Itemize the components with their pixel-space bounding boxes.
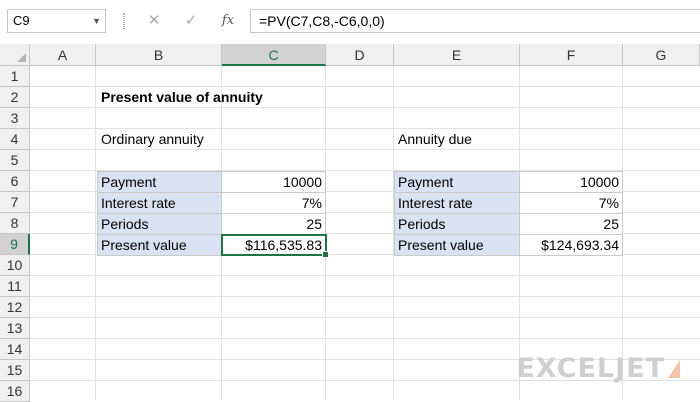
table-row: Present value $116,535.83	[96, 234, 326, 256]
formula-input[interactable]: =PV(C7,C8,-C6,0,0)	[250, 9, 700, 33]
chevron-down-icon[interactable]: ▼	[92, 10, 101, 32]
name-box[interactable]: C9 ▼	[7, 9, 106, 33]
row-header-15[interactable]: 15	[0, 360, 30, 381]
sheet-title: Present value of annuity	[101, 89, 263, 105]
table-row: Interest rate 7%	[96, 192, 326, 214]
column-header-d[interactable]: D	[326, 44, 394, 66]
table-row: Present value $124,693.34	[393, 234, 623, 256]
table-label-cell[interactable]: Periods	[393, 213, 521, 235]
spreadsheet-grid: A B C D E F G 1 2 3 4 5 6 7 8 9 10 11 12…	[0, 44, 700, 402]
logo-mark-icon	[668, 360, 680, 378]
table-value-cell[interactable]: $124,693.34	[519, 234, 623, 256]
check-icon[interactable]: ✓	[180, 9, 202, 33]
row-header-14[interactable]: 14	[0, 339, 30, 360]
table-row: Payment 10000	[96, 171, 326, 193]
table-row: Periods 25	[96, 213, 326, 235]
column-header-g[interactable]: G	[623, 44, 700, 66]
table-value-cell[interactable]: 25	[519, 213, 623, 235]
row-header-7[interactable]: 7	[0, 192, 30, 213]
row-header-3[interactable]: 3	[0, 108, 30, 129]
ordinary-annuity-heading: Ordinary annuity	[101, 131, 204, 147]
row-header-8[interactable]: 8	[0, 213, 30, 234]
row-header-11[interactable]: 11	[0, 276, 30, 297]
table-label-cell[interactable]: Payment	[96, 171, 223, 193]
name-box-value: C9	[13, 13, 30, 28]
table-row: Periods 25	[393, 213, 623, 235]
gridline	[30, 338, 700, 339]
annuity-due-table: Payment 10000 Interest rate 7% Periods 2…	[393, 171, 623, 256]
table-value-cell[interactable]: 10000	[519, 171, 623, 193]
cancel-icon[interactable]: ✕	[143, 9, 165, 33]
annuity-due-heading: Annuity due	[398, 131, 472, 147]
insert-function-icon[interactable]: fx	[217, 9, 239, 33]
row-header-1[interactable]: 1	[0, 66, 30, 87]
row-header-4[interactable]: 4	[0, 129, 30, 150]
table-value-cell[interactable]: 25	[221, 213, 326, 235]
logo-text: EXCELJET	[516, 353, 665, 384]
table-label-cell[interactable]: Present value	[393, 234, 521, 256]
column-header-c[interactable]: C	[222, 44, 326, 66]
column-header-a[interactable]: A	[30, 44, 96, 66]
table-label-cell[interactable]: Payment	[393, 171, 521, 193]
ordinary-annuity-table: Payment 10000 Interest rate 7% Periods 2…	[96, 171, 326, 256]
row-header-5[interactable]: 5	[0, 150, 30, 171]
table-value-cell[interactable]: 7%	[221, 192, 326, 214]
column-header-e[interactable]: E	[394, 44, 520, 66]
column-headers: A B C D E F G	[30, 44, 700, 66]
row-header-9[interactable]: 9	[0, 234, 30, 255]
gridline	[30, 296, 700, 297]
gridline	[30, 317, 700, 318]
column-header-f[interactable]: F	[520, 44, 623, 66]
table-value-cell[interactable]: 10000	[221, 171, 326, 193]
gridline	[30, 275, 700, 276]
table-value-cell[interactable]: 7%	[519, 192, 623, 214]
formula-bar-separator	[123, 13, 125, 29]
table-row: Payment 10000	[393, 171, 623, 193]
selected-cell-c9[interactable]: $116,535.83	[221, 234, 326, 256]
row-header-12[interactable]: 12	[0, 297, 30, 318]
row-header-10[interactable]: 10	[0, 255, 30, 276]
formula-bar: C9 ▼ ✕ ✓ fx =PV(C7,C8,-C6,0,0)	[0, 0, 700, 44]
select-all-button[interactable]	[0, 44, 30, 66]
row-header-13[interactable]: 13	[0, 318, 30, 339]
exceljet-logo: EXCELJET	[516, 353, 680, 384]
cell-area[interactable]: Present value of annuity Ordinary annuit…	[30, 66, 700, 400]
table-row: Interest rate 7%	[393, 192, 623, 214]
table-label-cell[interactable]: Interest rate	[393, 192, 521, 214]
table-label-cell[interactable]: Present value	[96, 234, 223, 256]
table-label-cell[interactable]: Periods	[96, 213, 223, 235]
table-label-cell[interactable]: Interest rate	[96, 192, 223, 214]
row-header-2[interactable]: 2	[0, 87, 30, 108]
row-header-6[interactable]: 6	[0, 171, 30, 192]
row-header-16[interactable]: 16	[0, 381, 30, 402]
column-header-b[interactable]: B	[96, 44, 222, 66]
